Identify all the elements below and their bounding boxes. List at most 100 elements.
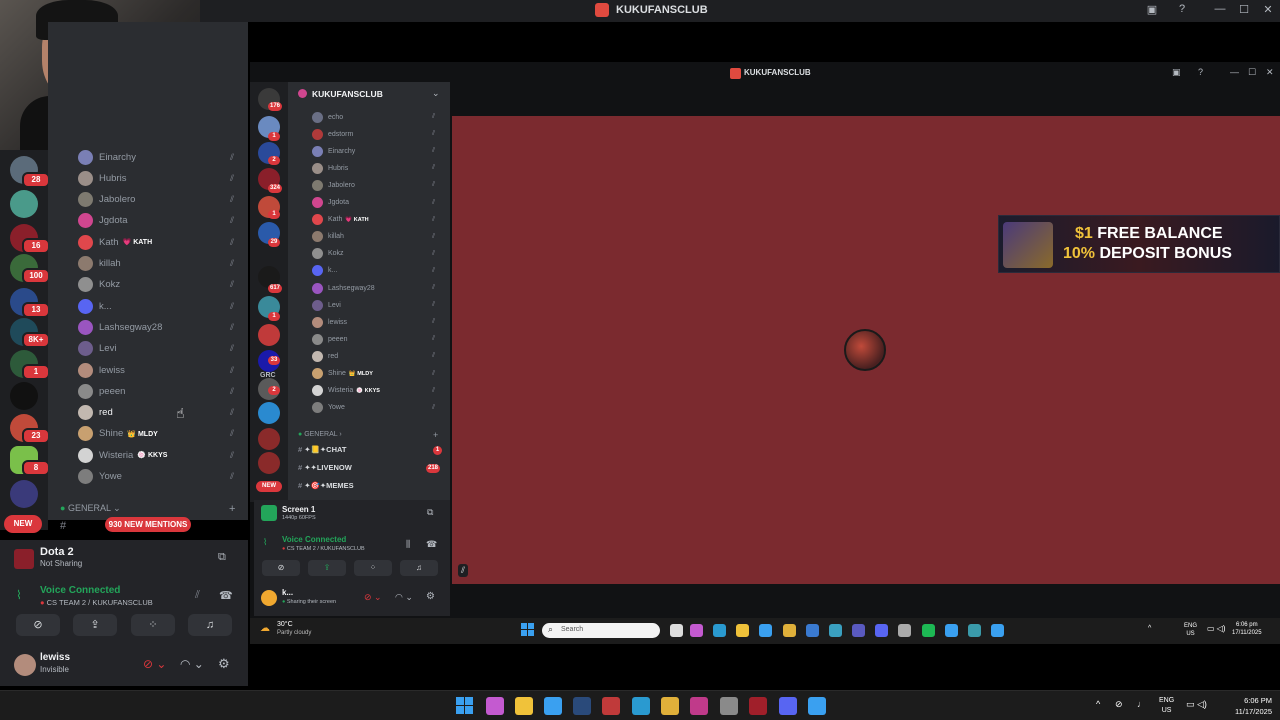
help-icon[interactable]: ? bbox=[1198, 67, 1203, 77]
camera-off-button[interactable]: ⊘ bbox=[262, 560, 300, 576]
member-row[interactable]: lewiss ⫽ bbox=[312, 315, 435, 329]
network-off-icon[interactable]: ⊘ bbox=[1115, 699, 1123, 710]
inner-category-general[interactable]: ● GENERAL › bbox=[298, 431, 342, 438]
member-row[interactable]: Hubris ⫽ bbox=[78, 169, 234, 187]
member-row[interactable]: Shine 👑 MLDY ⫽ bbox=[312, 367, 435, 381]
share-screen-button[interactable]: ⇪ bbox=[308, 560, 346, 576]
edge-icon[interactable] bbox=[713, 624, 726, 637]
member-row[interactable]: Wisteria 🍥 KKYS ⫽ bbox=[78, 446, 234, 464]
server-icon[interactable] bbox=[258, 428, 280, 450]
instagram-icon[interactable] bbox=[690, 697, 708, 715]
inbox-icon[interactable]: ▣ bbox=[1172, 67, 1181, 78]
member-row[interactable]: Lashsegway28 ⫽ bbox=[312, 281, 435, 295]
maximize-button[interactable]: ☐ bbox=[1248, 67, 1256, 78]
channel-item[interactable]: # ✦📒✦CHAT bbox=[298, 445, 346, 454]
member-row[interactable]: k... ⫽ bbox=[312, 264, 435, 278]
member-row[interactable]: Jgdota ⫽ bbox=[312, 196, 435, 210]
windows-start-icon[interactable] bbox=[456, 697, 473, 714]
settings-icon[interactable] bbox=[898, 624, 911, 637]
promo-banner[interactable]: $1 FREE BALANCE 10% DEPOSIT BONUS bbox=[998, 215, 1280, 273]
copilot-icon[interactable] bbox=[486, 697, 504, 715]
microphone-icon[interactable]: ♩ bbox=[1137, 699, 1146, 709]
mute-icon[interactable]: ⊘ ⌄ bbox=[364, 592, 382, 603]
member-row[interactable]: killah ⫽ bbox=[312, 230, 435, 244]
server-name[interactable]: KUKUFANSCLUB bbox=[312, 89, 383, 99]
task-view-icon[interactable] bbox=[670, 624, 683, 637]
member-row[interactable]: red ⫽ bbox=[312, 349, 435, 363]
mute-icon[interactable]: ⊘ ⌄ bbox=[143, 657, 166, 671]
store-icon[interactable] bbox=[759, 624, 772, 637]
settings-gear-icon[interactable]: ⚙ bbox=[218, 656, 230, 672]
file-explorer-icon[interactable] bbox=[515, 697, 533, 715]
member-row[interactable]: Yowe ⫽ bbox=[78, 468, 234, 486]
minimize-button[interactable]: — bbox=[1212, 3, 1228, 15]
add-channel-icon[interactable]: + bbox=[229, 503, 235, 515]
channel-item[interactable]: # ✦🎯✦MEMES bbox=[298, 481, 354, 490]
member-row[interactable]: Shine 👑 MLDY ⫽ bbox=[78, 425, 234, 443]
server-icon[interactable] bbox=[258, 402, 280, 424]
member-row[interactable]: k... ⫽ bbox=[78, 297, 234, 315]
dota-icon[interactable] bbox=[749, 697, 767, 715]
windows-start-icon[interactable] bbox=[521, 623, 535, 637]
screen-share-icon[interactable]: ⧉ bbox=[218, 551, 226, 564]
member-row[interactable]: Kath 💗 KATH ⫽ bbox=[312, 213, 435, 227]
member-row[interactable]: Jabolero ⫽ bbox=[312, 178, 435, 192]
chrome-icon[interactable] bbox=[783, 624, 796, 637]
member-row[interactable]: lewiss ⫽ bbox=[78, 361, 234, 379]
disconnect-icon[interactable]: ☎ bbox=[219, 589, 233, 602]
new-mentions-badge[interactable]: 930 NEW MENTIONS bbox=[105, 517, 191, 532]
vscode-icon[interactable] bbox=[991, 624, 1004, 637]
member-row[interactable]: Hubris ⫽ bbox=[312, 161, 435, 175]
member-row[interactable]: Jabolero ⫽ bbox=[78, 191, 234, 209]
server-icon[interactable] bbox=[10, 480, 38, 508]
category-general[interactable]: ● GENERAL ⌄ bbox=[60, 503, 121, 514]
disconnect-icon[interactable]: ☎ bbox=[426, 539, 437, 550]
server-icon[interactable] bbox=[258, 452, 280, 474]
chevron-down-icon[interactable]: ⌄ bbox=[432, 88, 440, 99]
member-row[interactable]: Einarchy ⫽ bbox=[312, 144, 435, 158]
tray-chevron-icon[interactable]: ^ bbox=[1148, 625, 1151, 632]
member-row[interactable]: Kokz ⫽ bbox=[312, 247, 435, 261]
headphones-icon[interactable]: ◠ ⌄ bbox=[395, 592, 413, 603]
media-app-icon[interactable] bbox=[602, 697, 620, 715]
network-volume-icon[interactable]: ▭ ◁) bbox=[1186, 699, 1207, 710]
store-icon[interactable] bbox=[544, 697, 562, 715]
share-screen-button[interactable]: ⇪ bbox=[73, 614, 117, 636]
discord-icon[interactable] bbox=[779, 697, 797, 715]
screen-share-icon[interactable]: ⧉ bbox=[427, 507, 433, 518]
file-explorer-icon[interactable] bbox=[736, 624, 749, 637]
member-row[interactable]: killah ⫽ bbox=[78, 255, 234, 273]
discord-icon[interactable] bbox=[875, 624, 888, 637]
member-row[interactable]: peeen ⫽ bbox=[312, 332, 435, 346]
member-row[interactable]: peeen ⫽ bbox=[78, 382, 234, 400]
language-indicator[interactable]: ENG US bbox=[1159, 696, 1174, 716]
help-icon[interactable]: ? bbox=[1174, 3, 1190, 15]
avatar[interactable] bbox=[261, 590, 277, 606]
soundboard-button[interactable]: ♫ bbox=[188, 614, 232, 636]
tray-chevron-icon[interactable]: ^ bbox=[1096, 699, 1100, 709]
close-button[interactable]: ✕ bbox=[1266, 67, 1274, 78]
server-icon[interactable] bbox=[10, 382, 38, 410]
member-row[interactable]: Levi ⫽ bbox=[312, 298, 435, 312]
copilot-icon[interactable] bbox=[690, 624, 703, 637]
member-row[interactable]: Wisteria 🍥 KKYS ⫽ bbox=[312, 384, 435, 398]
member-row[interactable]: edstorm ⫽ bbox=[312, 127, 435, 141]
noise-suppression-icon[interactable]: ⫼ bbox=[406, 539, 410, 550]
soundboard-button[interactable]: ♫ bbox=[400, 560, 438, 576]
vscode-icon[interactable] bbox=[808, 697, 826, 715]
search-box[interactable]: ⌕ Search bbox=[542, 623, 660, 638]
server-icon[interactable] bbox=[10, 190, 38, 218]
member-row[interactable]: Kath 💗 KATH ⫽ bbox=[78, 233, 234, 251]
new-unreads-badge[interactable]: NEW bbox=[256, 481, 282, 492]
chrome-icon[interactable] bbox=[661, 697, 679, 715]
add-channel-icon[interactable]: + bbox=[433, 430, 438, 440]
notes-icon[interactable] bbox=[945, 624, 958, 637]
app2-icon[interactable] bbox=[968, 624, 981, 637]
inbox-icon[interactable]: ▣ bbox=[1144, 3, 1160, 16]
mail-icon[interactable] bbox=[806, 624, 819, 637]
language-indicator[interactable]: ENG US bbox=[1184, 622, 1197, 638]
activities-button[interactable]: ⁘ bbox=[354, 560, 392, 576]
noise-suppression-icon[interactable]: ⫽ bbox=[195, 589, 200, 602]
server-icon[interactable] bbox=[258, 324, 280, 346]
activities-button[interactable]: ⁘ bbox=[131, 614, 175, 636]
